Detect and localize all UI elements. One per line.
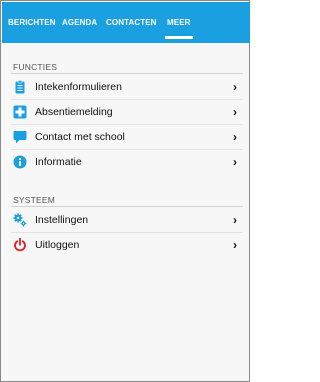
section-title-systeem: SYSTEEM (13, 195, 56, 205)
medical-cross-icon (13, 105, 27, 119)
chevron-right-icon: › (233, 80, 237, 94)
menu-item-intekenformulieren[interactable]: Intekenformulieren › (11, 75, 243, 100)
tab-berichten[interactable]: BERICHTEN (8, 2, 56, 43)
menu-item-label: Contact met school (35, 131, 125, 143)
menu-item-label: Informatie (35, 156, 82, 168)
section-divider (11, 206, 243, 207)
active-tab-indicator (165, 36, 193, 39)
chevron-right-icon: › (233, 213, 237, 227)
gears-icon (13, 213, 27, 227)
menu-item-label: Uitloggen (35, 239, 80, 251)
menu-item-contact-met-school[interactable]: Contact met school › (11, 125, 243, 150)
power-icon (13, 237, 27, 252)
chevron-right-icon: › (233, 130, 237, 144)
tab-agenda[interactable]: AGENDA (62, 2, 97, 43)
menu-item-uitloggen[interactable]: Uitloggen › (11, 233, 243, 258)
section-title-functies: FUNCTIES (13, 62, 58, 72)
chevron-right-icon: › (233, 105, 237, 119)
menu-item-absentiemelding[interactable]: Absentiemelding › (11, 100, 243, 125)
clipboard-icon (13, 80, 27, 94)
menu-item-label: Absentiemelding (35, 106, 113, 118)
info-icon (13, 155, 27, 169)
tab-contacten[interactable]: CONTACTEN (106, 2, 157, 43)
menu-item-informatie[interactable]: Informatie › (11, 150, 243, 175)
chevron-right-icon: › (233, 238, 237, 252)
menu-item-instellingen[interactable]: Instellingen › (11, 208, 243, 233)
menu-item-label: Intekenformulieren (35, 81, 122, 93)
app-frame: BERICHTEN AGENDA CONTACTEN MEER FUNCTIES… (0, 0, 250, 382)
section-divider (11, 73, 243, 74)
tab-bar: BERICHTEN AGENDA CONTACTEN MEER (2, 2, 250, 43)
speech-bubble-icon (13, 130, 27, 144)
chevron-right-icon: › (233, 155, 237, 169)
menu-item-label: Instellingen (35, 214, 89, 226)
tab-meer[interactable]: MEER (165, 2, 193, 43)
